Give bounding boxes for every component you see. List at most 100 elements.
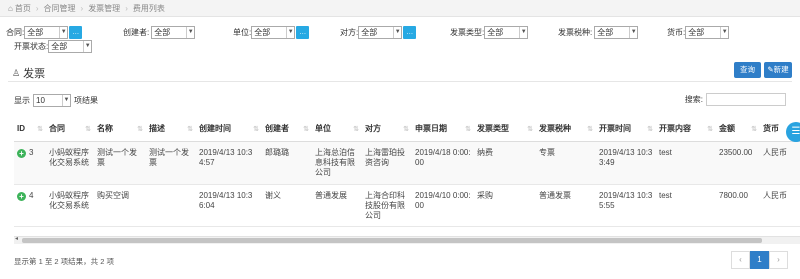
panel-header: ♙ 发票 查询 ✎新建 [8,62,792,82]
cell-currency: 人民币 [760,141,800,185]
cell-created-at: 2019/4/13 10:34:57 [196,141,262,185]
pagination: ‹ 1 › [731,251,788,269]
col-header-id[interactable]: ID ⇅ [14,117,46,142]
table-row[interactable]: +3 小蚂蚁程序化交易系统 测试一个发票 测试一个发票 2019/4/13 10… [14,141,800,185]
breadcrumb-separator: › [35,3,39,13]
chevron-down-icon: ▼ [59,27,67,38]
chevron-down-icon: ▼ [286,27,294,38]
filter-invoice-type: 发票类型: 全部 ▼ [450,26,529,39]
chevron-down-icon: ▼ [720,27,728,38]
filter-label: 发票税种: [558,28,593,37]
col-header-counterparty[interactable]: 对方 ⇅ [362,117,412,142]
filter-label: 合同: [6,28,25,37]
cell-tax-type: 专票 [536,141,596,185]
chevron-down-icon: ▼ [62,95,70,106]
sort-icon: ⇅ [587,126,593,133]
status-select[interactable]: 全部 ▼ [48,40,93,53]
cell-counterparty: 上海合印科技股份有限公司 [362,184,412,227]
new-button-label: 新建 [773,65,789,74]
user-icon: ♙ [12,67,21,78]
invoice-table: ID ⇅ 合同 ⇅ 名称 ⇅ 描述 ⇅ 创建时间 ⇅ 创建者 ⇅ 单位 ⇅ 对方 ⇅ 申票日期 ⇅… [14,117,800,227]
new-button[interactable]: ✎新建 [764,62,792,78]
sort-icon: ⇅ [527,126,533,133]
length-suffix: 项结果 [74,96,98,105]
cell-tax-type: 普通发票 [536,184,596,227]
chevron-down-icon: ▼ [83,41,91,52]
filter-creator: 创建者: 全部 ▼ [123,26,196,39]
search-input[interactable] [706,93,786,106]
cell-currency: 人民币 [760,184,800,227]
sort-icon: ⇅ [353,126,359,133]
col-header-description[interactable]: 描述 ⇅ [146,117,196,142]
plus-circle-icon[interactable]: + [17,148,26,158]
currency-select[interactable]: 全部 ▼ [685,26,730,39]
unit-lookup-button[interactable]: … [296,26,310,39]
cell-contract: 小蚂蚁程序化交易系统 [46,184,94,227]
filter-status: 开票状态: 全部 ▼ [14,40,93,53]
chevron-down-icon: ▼ [629,27,637,38]
cell-apply-date: 2019/4/18 0:00:00 [412,141,474,185]
cell-issue-time: 2019/4/13 10:33:49 [596,141,656,185]
chevron-down-icon: ▼ [186,27,194,38]
col-header-tax-type[interactable]: 发票税种 ⇅ [536,117,596,142]
pagination-prev-button[interactable]: ‹ [731,251,750,269]
col-header-created-at[interactable]: 创建时间 ⇅ [196,117,262,142]
filter-unit: 单位: 全部 ▼ … [233,26,310,39]
cell-description [146,184,196,227]
breadcrumb: ⌂ 首页 › 合同管理 › 发票管理 › 费用列表 [0,0,800,17]
table-header-row: ID ⇅ 合同 ⇅ 名称 ⇅ 描述 ⇅ 创建时间 ⇅ 创建者 ⇅ 单位 ⇅ 对方 ⇅ 申票日期 ⇅… [14,117,800,142]
page-length-control: 显示 10 ▼ 项结果 [14,94,98,107]
cell-description: 测试一个发票 [146,141,196,185]
breadcrumb-invoice[interactable]: 发票管理 [88,3,120,14]
filter-contract: 合同: 全部 ▼ … [6,26,83,39]
scrollbar-thumb[interactable] [22,238,762,243]
sort-icon: ⇅ [465,126,471,133]
plus-circle-icon[interactable]: + [17,191,26,201]
counterparty-select[interactable]: 全部 ▼ [358,26,403,39]
col-header-unit[interactable]: 单位 ⇅ [312,117,362,142]
sort-icon: ⇅ [751,126,757,133]
col-header-amount[interactable]: 金额 ⇅ [716,117,760,142]
horizontal-scrollbar[interactable]: ◂ [14,236,800,244]
creator-select[interactable]: 全部 ▼ [151,26,196,39]
page-title-text: 发票 [23,68,46,80]
breadcrumb-separator: › [125,3,128,13]
cell-id: +3 [14,141,46,185]
col-header-apply-date[interactable]: 申票日期 ⇅ [412,117,474,142]
cell-invoice-type: 纳费 [474,141,536,185]
col-header-issue-content[interactable]: 开票内容 ⇅ [656,117,716,142]
pagination-next-button[interactable]: › [769,251,788,269]
sort-icon: ⇅ [85,126,91,133]
col-header-contract[interactable]: 合同 ⇅ [46,117,94,142]
filter-label: 创建者: [123,28,150,37]
invoice-type-select[interactable]: 全部 ▼ [484,26,529,39]
unit-select[interactable]: 全部 ▼ [251,26,296,39]
scroll-left-icon[interactable]: ◂ [15,235,18,242]
contract-select[interactable]: 全部 ▼ [24,26,69,39]
sort-icon: ⇅ [137,126,143,133]
pagination-page-1[interactable]: 1 [750,251,769,269]
tax-type-select[interactable]: 全部 ▼ [594,26,639,39]
sort-icon: ⇅ [403,126,409,133]
home-icon: ⌂ [8,3,13,13]
breadcrumb-contract[interactable]: 合同管理 [44,3,76,14]
col-header-creator[interactable]: 创建者 ⇅ [262,117,312,142]
breadcrumb-current: 费用列表 [132,3,165,13]
breadcrumb-home[interactable]: 首页 [15,3,31,14]
col-header-invoice-type[interactable]: 发票类型 ⇅ [474,117,536,142]
sort-icon: ⇅ [187,126,193,133]
counterparty-lookup-button[interactable]: … [403,26,417,39]
contract-lookup-button[interactable]: … [69,26,83,39]
col-header-name[interactable]: 名称 ⇅ [94,117,146,142]
query-button[interactable]: 查询 [734,62,761,78]
filter-label: 发票类型: [450,28,485,37]
page-length-select[interactable]: 10 ▼ [33,94,71,107]
table-row[interactable]: +4 小蚂蚁程序化交易系统 购买空调 2019/4/13 10:36:04 谢义… [14,184,800,227]
table-search: 搜索: [685,93,786,106]
cell-amount: 23500.00 [716,141,760,185]
cell-created-at: 2019/4/13 10:36:04 [196,184,262,227]
col-header-issue-time[interactable]: 开票时间 ⇅ [596,117,656,142]
cell-contract: 小蚂蚁程序化交易系统 [46,141,94,185]
menu-icon[interactable]: ☰ [786,122,800,142]
cell-invoice-type: 采购 [474,184,536,227]
